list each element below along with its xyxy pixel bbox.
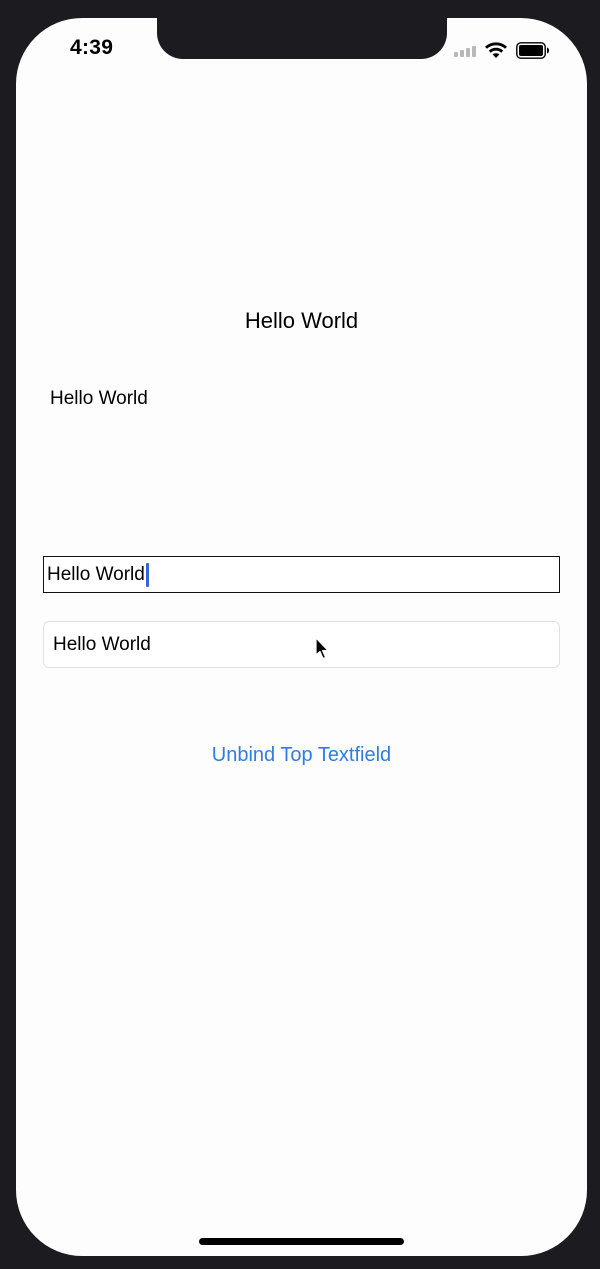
battery-icon: [516, 41, 550, 59]
status-time: 4:39: [70, 36, 114, 59]
status-icons: [454, 40, 550, 60]
unbind-top-textfield-button[interactable]: Unbind Top Textfield: [16, 744, 587, 767]
centered-hello-label: Hello World: [244, 308, 359, 333]
app-screen: 4:39 Hello World Hello World Hello World…: [16, 18, 587, 1256]
left-hello-label: Hello World: [50, 388, 148, 409]
top-textfield-value: Hello World: [47, 563, 145, 585]
device-frame: 4:39 Hello World Hello World Hello World…: [0, 0, 600, 1269]
home-indicator[interactable]: [199, 1238, 404, 1245]
cellular-signal-icon: [454, 43, 476, 57]
top-textfield[interactable]: Hello World: [43, 556, 560, 593]
bottom-textfield[interactable]: Hello World: [43, 621, 560, 668]
bottom-textfield-value: Hello World: [53, 633, 151, 655]
text-caret: [145, 562, 149, 587]
wifi-icon: [484, 41, 508, 59]
notch: [157, 18, 447, 59]
mouse-pointer-icon: [315, 637, 331, 661]
